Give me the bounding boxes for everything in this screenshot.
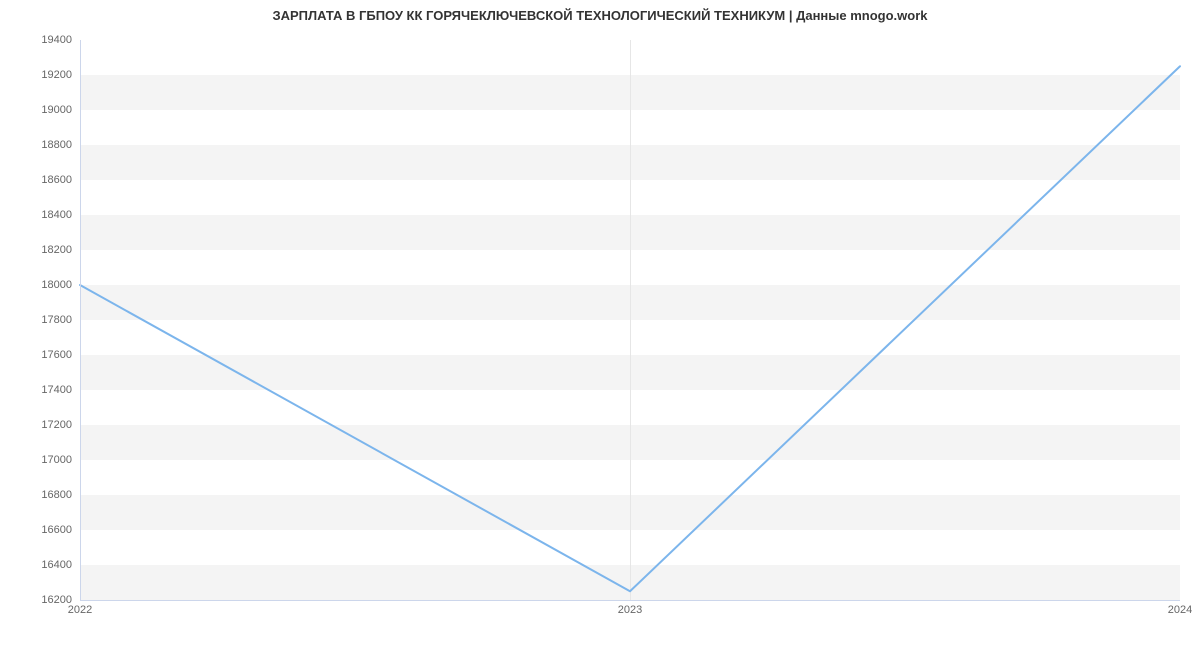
y-tick-label: 17600 [12,349,72,361]
data-line [80,40,1180,600]
y-tick-label: 18200 [12,244,72,256]
y-tick-label: 16200 [12,594,72,606]
x-tick-label: 2024 [1168,604,1192,616]
y-axis-line [80,40,81,600]
x-tick-label: 2023 [618,604,642,616]
y-tick-label: 18400 [12,209,72,221]
y-tick-label: 17800 [12,314,72,326]
y-tick-label: 19400 [12,34,72,46]
y-tick-label: 17200 [12,419,72,431]
y-tick-label: 17400 [12,384,72,396]
x-axis-line [80,600,1180,601]
line-chart: ЗАРПЛАТА В ГБПОУ КК ГОРЯЧЕКЛЮЧЕВСКОЙ ТЕХ… [0,0,1200,650]
chart-title: ЗАРПЛАТА В ГБПОУ КК ГОРЯЧЕКЛЮЧЕВСКОЙ ТЕХ… [0,8,1200,23]
y-tick-label: 16600 [12,524,72,536]
x-tick-label: 2022 [68,604,92,616]
y-tick-label: 19200 [12,69,72,81]
y-tick-label: 17000 [12,454,72,466]
y-tick-label: 18000 [12,279,72,291]
plot-area [80,40,1180,600]
y-tick-label: 18800 [12,139,72,151]
y-tick-label: 16400 [12,559,72,571]
y-tick-label: 18600 [12,174,72,186]
y-tick-label: 16800 [12,489,72,501]
y-tick-label: 19000 [12,104,72,116]
